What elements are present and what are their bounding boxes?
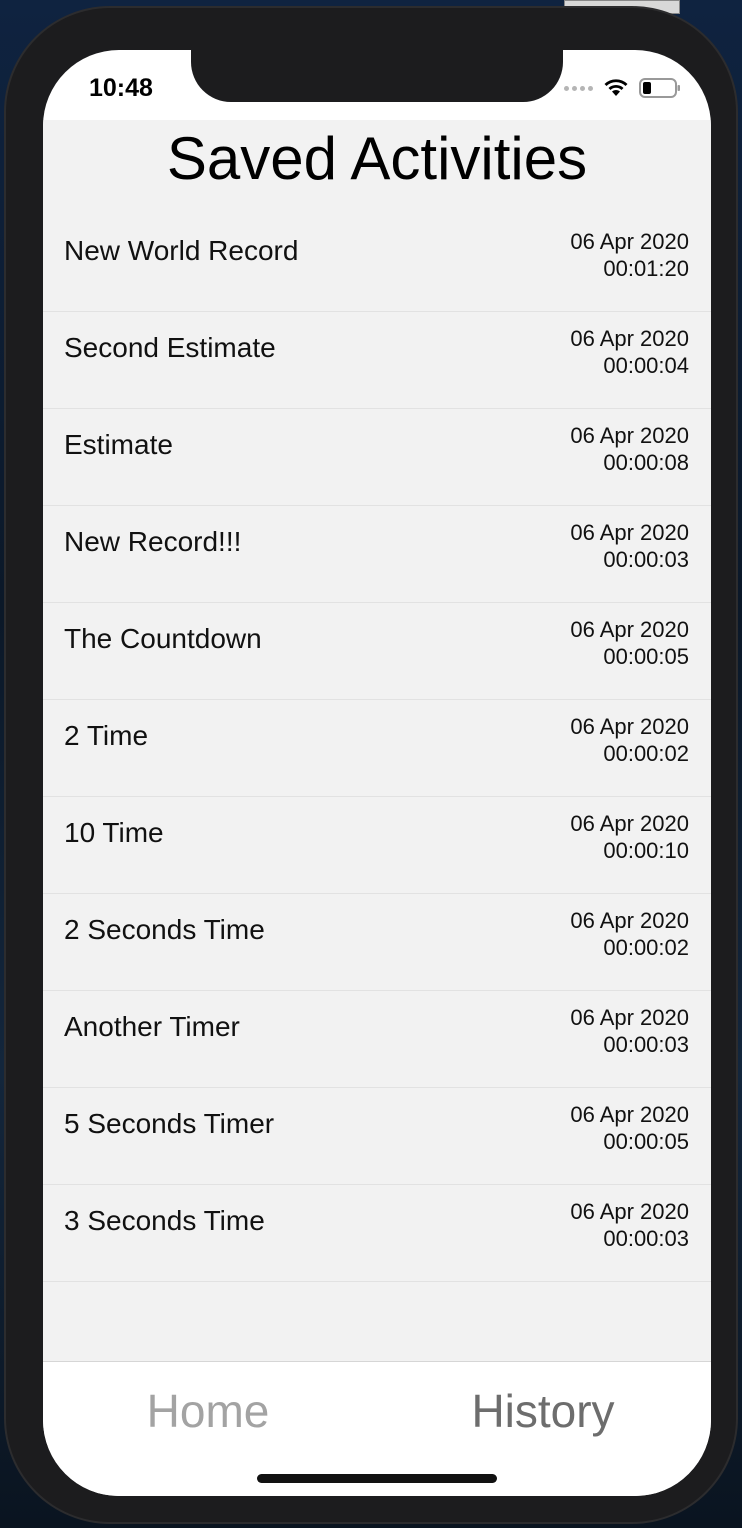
activity-name: Another Timer [64, 1011, 240, 1042]
activity-duration: 00:00:03 [603, 547, 689, 572]
activity-date: 06 Apr 2020 [570, 811, 689, 836]
page-title: Saved Activities [166, 125, 588, 192]
status-time: 10:48 [89, 74, 153, 102]
activity-duration: 00:00:08 [603, 450, 689, 475]
activity-date: 06 Apr 2020 [570, 423, 689, 448]
activity-name: 3 Seconds Time [64, 1205, 265, 1236]
home-indicator[interactable] [257, 1474, 497, 1483]
activity-duration: 00:00:03 [603, 1032, 689, 1057]
saved-activities-view: Saved Activities New World Record 06 Apr … [43, 120, 711, 1362]
activity-duration: 00:00:10 [603, 838, 689, 863]
activity-name: 10 Time [64, 817, 164, 848]
activity-date: 06 Apr 2020 [570, 908, 689, 933]
list-item[interactable]: New World Record 06 Apr 2020 00:01:20 [43, 215, 711, 312]
activity-duration: 00:00:05 [603, 1129, 689, 1154]
activity-date: 06 Apr 2020 [570, 520, 689, 545]
activity-duration: 00:01:20 [603, 256, 689, 281]
activity-name: New World Record [64, 235, 299, 266]
activity-list[interactable]: New World Record 06 Apr 2020 00:01:20 Secon… [43, 215, 711, 1282]
activity-date: 06 Apr 2020 [570, 1199, 689, 1224]
activity-name: New Record!!! [64, 526, 242, 557]
activity-date: 06 Apr 2020 [570, 714, 689, 739]
phone-frame: 10:48 Saved Activities New World Record … [6, 8, 736, 1522]
activity-name: Estimate [64, 429, 173, 460]
wifi-icon [603, 78, 629, 98]
list-item[interactable]: New Record!!! 06 Apr 2020 00:00:03 [43, 506, 711, 603]
list-item[interactable]: 10 Time 06 Apr 2020 00:00:10 [43, 797, 711, 894]
list-item[interactable]: 5 Seconds Timer 06 Apr 2020 00:00:05 [43, 1088, 711, 1185]
signal-dots-icon [564, 85, 593, 91]
activity-duration: 00:00:04 [603, 353, 689, 378]
activity-duration: 00:00:03 [603, 1226, 689, 1251]
activity-date: 06 Apr 2020 [570, 1102, 689, 1127]
activity-name: 5 Seconds Timer [64, 1108, 275, 1139]
activity-name: Second Estimate [64, 332, 276, 363]
activity-date: 06 Apr 2020 [570, 229, 689, 254]
device-notch [191, 50, 563, 102]
activity-name: 2 Time [64, 720, 149, 751]
tab-history[interactable]: History [433, 1384, 653, 1438]
list-item[interactable]: The Countdown 06 Apr 2020 00:00:05 [43, 603, 711, 700]
activity-name: 2 Seconds Time [64, 914, 265, 945]
activity-name: The Countdown [64, 623, 262, 654]
list-item[interactable]: 2 Seconds Time 06 Apr 2020 00:00:02 [43, 894, 711, 991]
phone-screen: 10:48 Saved Activities New World Record … [43, 50, 711, 1496]
activity-duration: 00:00:02 [603, 741, 689, 766]
list-item[interactable]: 2 Time 06 Apr 2020 00:00:02 [43, 700, 711, 797]
activity-duration: 00:00:05 [603, 644, 689, 669]
list-item[interactable]: Second Estimate 06 Apr 2020 00:00:04 [43, 312, 711, 409]
activity-date: 06 Apr 2020 [570, 617, 689, 642]
battery-icon [639, 78, 681, 98]
status-icons [564, 78, 681, 98]
list-item[interactable]: 3 Seconds Time 06 Apr 2020 00:00:03 [43, 1185, 711, 1282]
list-item[interactable]: Another Timer 06 Apr 2020 00:00:03 [43, 991, 711, 1088]
activity-duration: 00:00:02 [603, 935, 689, 960]
tab-home[interactable]: Home [98, 1384, 318, 1438]
activity-date: 06 Apr 2020 [570, 326, 689, 351]
list-item[interactable]: Estimate 06 Apr 2020 00:00:08 [43, 409, 711, 506]
activity-date: 06 Apr 2020 [570, 1005, 689, 1030]
